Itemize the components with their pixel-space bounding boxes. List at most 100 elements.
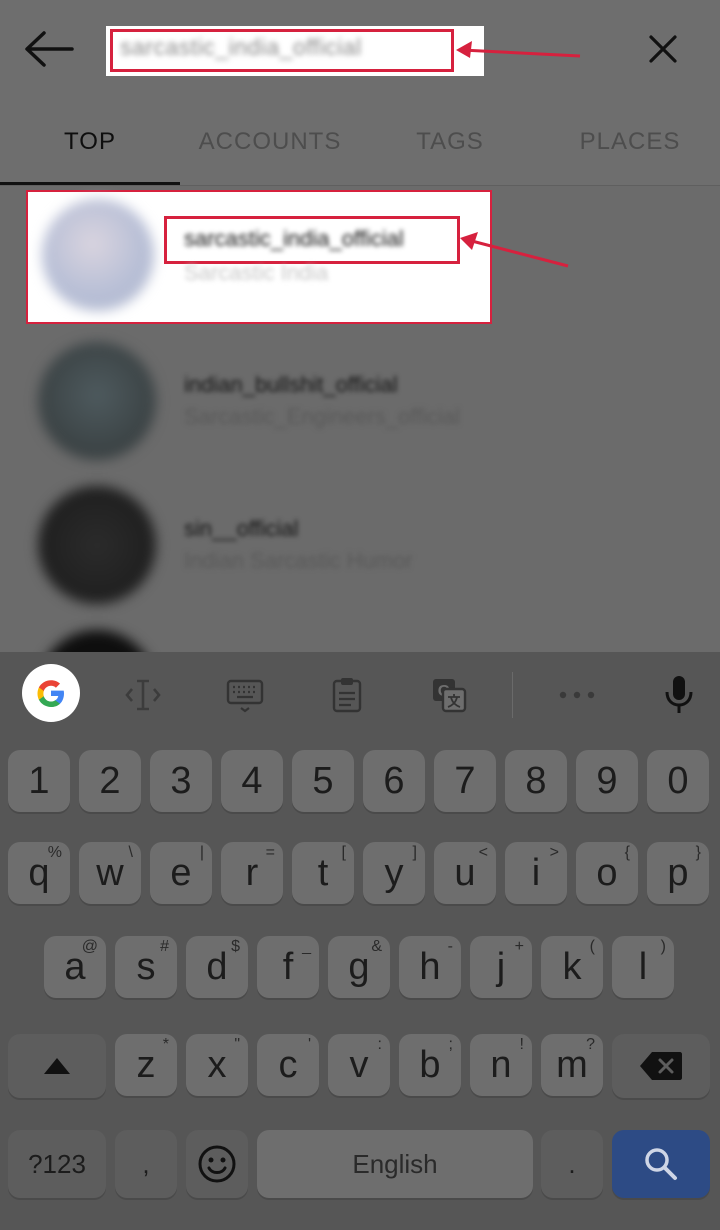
key-alt-label: ) — [660, 938, 666, 955]
tab-accounts[interactable]: ACCOUNTS — [180, 100, 360, 184]
voice-input-button[interactable] — [648, 664, 710, 726]
key-o[interactable]: o{ — [576, 842, 638, 904]
key-k[interactable]: k( — [541, 936, 603, 998]
key-8[interactable]: 8 — [505, 750, 567, 812]
close-icon — [649, 35, 677, 63]
key-label: e — [170, 851, 192, 894]
result-row-1[interactable]: sarcastic_india_official Sarcastic India — [0, 186, 720, 326]
key-0[interactable]: 0 — [647, 750, 709, 812]
key-l[interactable]: l) — [612, 936, 674, 998]
result-row-3[interactable]: sin__official Indian Sarcastic Humor — [0, 472, 720, 612]
result-row-2[interactable]: indian_bullshit_official Sarcastic_Engin… — [0, 328, 720, 468]
key-y[interactable]: y] — [363, 842, 425, 904]
key-6[interactable]: 6 — [363, 750, 425, 812]
cursor-icon — [125, 679, 161, 711]
backspace-key[interactable] — [612, 1034, 710, 1098]
clear-search-button[interactable] — [640, 26, 686, 72]
key-g[interactable]: g & — [328, 936, 390, 998]
annotation-arrow — [460, 232, 569, 268]
key-alt-label: | — [199, 844, 204, 861]
key-alt-label: > — [549, 844, 559, 861]
key-label: j — [496, 945, 506, 988]
clipboard-button[interactable] — [316, 664, 378, 726]
key-m[interactable]: m? — [541, 1034, 603, 1096]
key-h[interactable]: h- — [399, 936, 461, 998]
period-key[interactable]: . — [541, 1130, 603, 1198]
key-3[interactable]: 3 — [150, 750, 212, 812]
key-b[interactable]: b; — [399, 1034, 461, 1096]
key-w[interactable]: w \ — [79, 842, 141, 904]
key-i[interactable]: i > — [505, 842, 567, 904]
onscreen-keyboard: G 1 2 3 4 5 6 7 8 9 0 q% w\ e| r= t[ y] … — [0, 652, 720, 1230]
key-u[interactable]: u < — [434, 842, 496, 904]
key-r[interactable]: r = — [221, 842, 283, 904]
key-q[interactable]: q% — [8, 842, 70, 904]
back-button[interactable] — [18, 24, 78, 74]
search-key[interactable] — [612, 1130, 710, 1198]
result-full-name: Sarcastic India — [184, 260, 329, 285]
result-username: sin__official — [184, 516, 299, 541]
key-v[interactable]: v: — [328, 1034, 390, 1096]
key-alt-label: " — [234, 1036, 240, 1053]
key-alt-label: [ — [341, 844, 346, 861]
result-row-4[interactable] — [0, 616, 720, 652]
key-alt-label: \ — [128, 844, 133, 861]
result-username: indian_bullshit_official — [184, 372, 398, 397]
key-x[interactable]: x " — [186, 1034, 248, 1096]
key-alt-label: ! — [519, 1036, 524, 1053]
key-e[interactable]: e | — [150, 842, 212, 904]
tab-places[interactable]: PLACES — [540, 100, 720, 184]
shift-icon — [44, 1058, 70, 1074]
google-button[interactable] — [22, 664, 80, 722]
key-2[interactable]: 2 — [79, 750, 141, 812]
key-alt-label: @ — [81, 938, 98, 955]
key-alt-label: % — [47, 844, 62, 861]
key-s[interactable]: s # — [115, 936, 177, 998]
avatar — [42, 199, 154, 311]
key-z[interactable]: z * — [115, 1034, 177, 1096]
emoji-key[interactable] — [186, 1130, 248, 1198]
more-icon — [559, 691, 595, 699]
search-results-list: sarcastic_india_official Sarcastic India… — [0, 186, 720, 652]
comma-key[interactable]: , — [115, 1130, 177, 1198]
toolbar-divider — [512, 672, 513, 718]
key-4[interactable]: 4 — [221, 750, 283, 812]
key-label: p — [667, 851, 689, 894]
key-1[interactable]: 1 — [8, 750, 70, 812]
key-9[interactable]: 9 — [576, 750, 638, 812]
key-t[interactable]: t[ — [292, 842, 354, 904]
key-p[interactable]: p} — [647, 842, 709, 904]
space-key[interactable]: English — [257, 1130, 533, 1198]
key-label: k — [562, 945, 582, 988]
key-alt-label: * — [162, 1036, 169, 1053]
key-a[interactable]: a @ — [44, 936, 106, 998]
tab-top[interactable]: TOP — [0, 100, 180, 184]
key-7[interactable]: 7 — [434, 750, 496, 812]
key-label: q — [28, 851, 50, 894]
keyboard-switch-button[interactable] — [214, 664, 276, 726]
tab-tags[interactable]: TAGS — [360, 100, 540, 184]
key-label: y — [384, 851, 404, 894]
keyboard-toolbar: G — [0, 652, 720, 740]
key-alt-label: < — [478, 844, 488, 861]
key-label: r — [245, 851, 259, 894]
translate-button[interactable]: G — [418, 664, 480, 726]
key-label: c — [278, 1043, 298, 1086]
microphone-icon — [665, 676, 693, 713]
key-label: s — [136, 945, 156, 988]
key-n[interactable]: n! — [470, 1034, 532, 1096]
emoji-icon — [198, 1145, 236, 1183]
key-alt-label: ] — [412, 844, 417, 861]
symbols-key[interactable]: ?123 — [8, 1130, 106, 1198]
key-label: n — [490, 1043, 512, 1086]
key-d[interactable]: d $ — [186, 936, 248, 998]
key-c[interactable]: c ' — [257, 1034, 319, 1096]
cursor-control-button[interactable] — [112, 664, 174, 726]
key-j[interactable]: j + — [470, 936, 532, 998]
key-alt-label: : — [377, 1036, 382, 1053]
key-f[interactable]: f _ — [257, 936, 319, 998]
key-5[interactable]: 5 — [292, 750, 354, 812]
key-alt-label: { — [624, 844, 630, 861]
more-options-button[interactable] — [546, 664, 608, 726]
shift-key[interactable] — [8, 1034, 106, 1098]
